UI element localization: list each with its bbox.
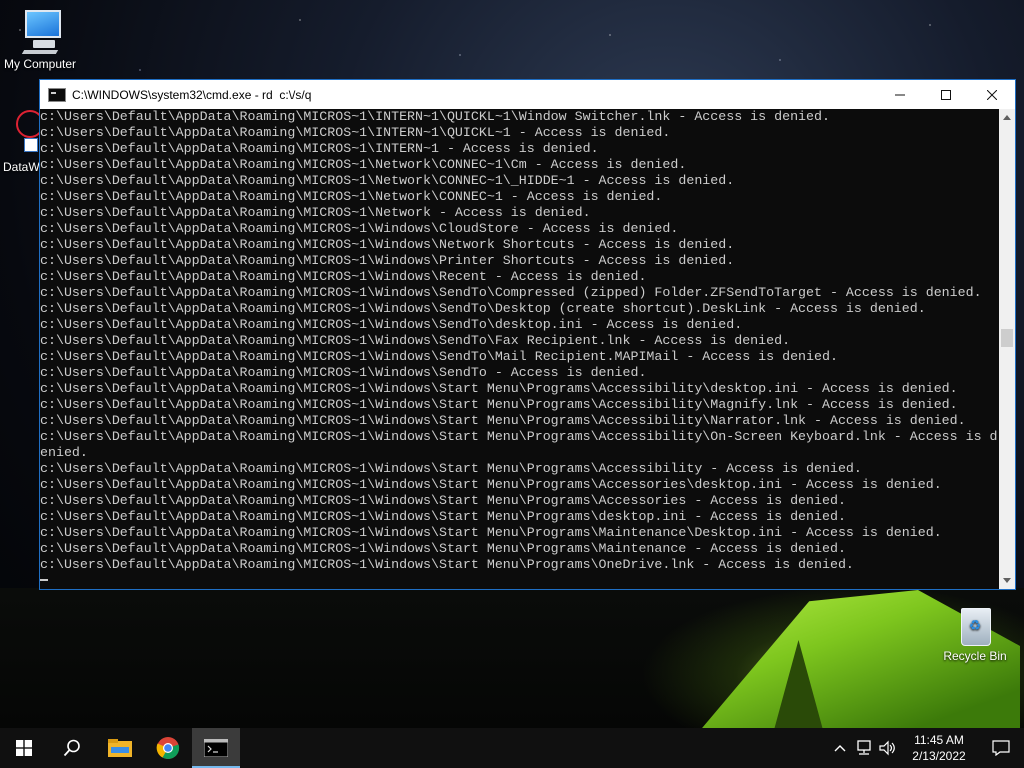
show-hidden-icons-button[interactable] xyxy=(828,728,852,768)
console-line: c:\Users\Default\AppData\Roaming\MICROS~… xyxy=(40,317,743,332)
notification-icon xyxy=(992,740,1010,756)
desktop-icon-label: My Computer xyxy=(3,57,77,71)
desktop-icon-label: Recycle Bin xyxy=(943,649,1007,663)
cmd-window[interactable]: C:\WINDOWS\system32\cmd.exe - rd c:\/s/q… xyxy=(39,79,1016,590)
scrollbar-thumb[interactable] xyxy=(1001,329,1013,347)
console-line: c:\Users\Default\AppData\Roaming\MICROS~… xyxy=(40,333,791,348)
console-line: c:\Users\Default\AppData\Roaming\MICROS~… xyxy=(40,173,735,188)
file-explorer-icon xyxy=(108,739,132,757)
clock-date: 2/13/2022 xyxy=(912,749,966,763)
computer-icon xyxy=(19,8,61,54)
scroll-up-button[interactable] xyxy=(999,109,1015,126)
window-titlebar[interactable]: C:\WINDOWS\system32\cmd.exe - rd c:\/s/q xyxy=(40,80,1015,109)
console-line: c:\Users\Default\AppData\Roaming\MICROS~… xyxy=(40,557,854,572)
console-line: c:\Users\Default\AppData\Roaming\MICROS~… xyxy=(40,461,862,476)
window-title: C:\WINDOWS\system32\cmd.exe - rd c:\/s/q xyxy=(72,87,312,102)
volume-icon xyxy=(879,740,895,756)
console-line: c:\Users\Default\AppData\Roaming\MICROS~… xyxy=(40,125,671,140)
scroll-down-button[interactable] xyxy=(999,572,1015,589)
taskbar-clock[interactable]: 11:45 AM 2/13/2022 xyxy=(906,732,972,764)
volume-button[interactable] xyxy=(876,728,900,768)
console-line: c:\Users\Default\AppData\Roaming\MICROS~… xyxy=(40,397,958,412)
console-line: c:\Users\Default\AppData\Roaming\MICROS~… xyxy=(40,493,846,508)
desktop-icon-dataw[interactable]: DataW xyxy=(0,108,44,174)
maximize-icon xyxy=(941,89,951,100)
close-icon xyxy=(987,89,997,100)
console-line: c:\Users\Default\AppData\Roaming\MICROS~… xyxy=(40,221,679,236)
console-line: c:\Users\Default\AppData\Roaming\MICROS~… xyxy=(40,157,687,172)
network-button[interactable] xyxy=(852,728,876,768)
chrome-icon xyxy=(156,737,180,760)
taskbar: 11:45 AM 2/13/2022 xyxy=(0,728,1024,768)
minimize-button[interactable] xyxy=(877,80,923,109)
close-button[interactable] xyxy=(969,80,1015,109)
maximize-button[interactable] xyxy=(923,80,969,109)
console-line: c:\Users\Default\AppData\Roaming\MICROS~… xyxy=(40,237,735,252)
scroll-up-icon xyxy=(1003,115,1011,120)
desktop-icon-my-computer[interactable]: My Computer xyxy=(0,8,80,71)
console-cursor xyxy=(40,579,48,581)
desktop-icon-recycle-bin[interactable]: ♻ Recycle Bin xyxy=(935,602,1015,663)
console-line: c:\Users\Default\AppData\Roaming\MICROS~… xyxy=(40,189,663,204)
console-line: c:\Users\Default\AppData\Roaming\MICROS~… xyxy=(40,285,982,300)
console-line: c:\Users\Default\AppData\Roaming\MICROS~… xyxy=(40,253,735,268)
dataw-app-icon xyxy=(10,108,44,152)
console-line: c:\Users\Default\AppData\Roaming\MICROS~… xyxy=(40,525,942,540)
console-line: c:\Users\Default\AppData\Roaming\MICROS~… xyxy=(40,541,846,556)
taskbar-command-prompt[interactable] xyxy=(192,728,240,768)
taskbar-chrome[interactable] xyxy=(144,728,192,768)
windows-start-icon xyxy=(16,740,32,756)
search-icon xyxy=(63,739,80,757)
start-button[interactable] xyxy=(0,728,48,768)
command-prompt-icon xyxy=(204,739,228,757)
chevron-up-icon xyxy=(834,745,846,752)
console-line: c:\Users\Default\AppData\Roaming\MICROS~… xyxy=(40,141,599,156)
clock-time: 11:45 AM xyxy=(914,733,964,747)
console-line: c:\Users\Default\AppData\Roaming\MICROS~… xyxy=(40,413,966,428)
console-line: c:\Users\Default\AppData\Roaming\MICROS~… xyxy=(40,365,647,380)
console-line: enied. xyxy=(40,445,88,460)
action-center-button[interactable] xyxy=(978,728,1024,768)
minimize-icon xyxy=(895,94,905,95)
recycle-bin-icon: ♻ xyxy=(957,602,993,646)
search-button[interactable] xyxy=(48,728,96,768)
console-line: c:\Users\Default\AppData\Roaming\MICROS~… xyxy=(40,205,591,220)
taskbar-file-explorer[interactable] xyxy=(96,728,144,768)
scroll-down-icon xyxy=(1003,578,1011,583)
network-icon xyxy=(857,740,871,755)
console-output[interactable]: c:\Users\Default\AppData\Roaming\MICROS~… xyxy=(40,109,1000,589)
console-line: c:\Users\Default\AppData\Roaming\MICROS~… xyxy=(40,477,942,492)
vertical-scrollbar[interactable] xyxy=(999,109,1015,589)
console-line: c:\Users\Default\AppData\Roaming\MICROS~… xyxy=(40,109,830,124)
console-line: c:\Users\Default\AppData\Roaming\MICROS~… xyxy=(40,381,958,396)
console-line: c:\Users\Default\AppData\Roaming\MICROS~… xyxy=(40,301,926,316)
console-line: c:\Users\Default\AppData\Roaming\MICROS~… xyxy=(40,429,998,444)
system-tray: 11:45 AM 2/13/2022 xyxy=(828,728,1024,768)
console-line: c:\Users\Default\AppData\Roaming\MICROS~… xyxy=(40,509,846,524)
console-line: c:\Users\Default\AppData\Roaming\MICROS~… xyxy=(40,349,838,364)
console-line: c:\Users\Default\AppData\Roaming\MICROS~… xyxy=(40,269,647,284)
desktop-icon-label: DataW xyxy=(3,160,40,174)
cmd-app-icon xyxy=(48,87,66,102)
